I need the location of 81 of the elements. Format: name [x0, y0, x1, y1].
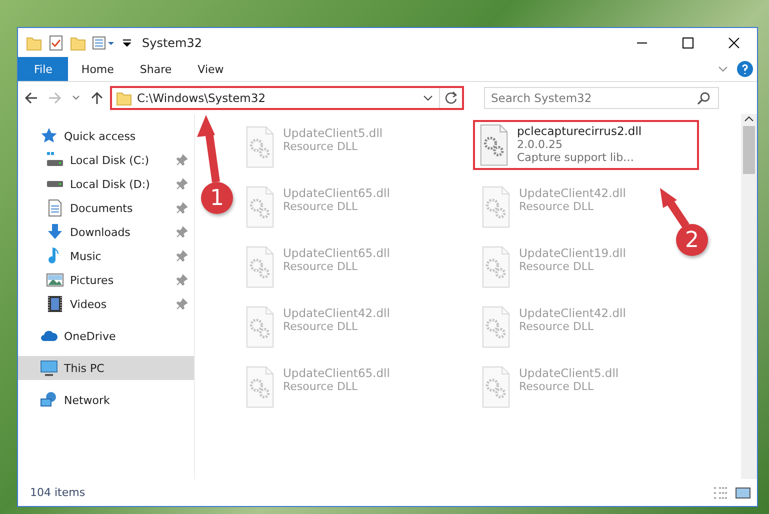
- details-view-icon[interactable]: [713, 486, 729, 500]
- up-arrow-icon[interactable]: [90, 91, 104, 105]
- address-path: C:\Windows\System32: [137, 91, 267, 105]
- picture-icon: [46, 271, 64, 289]
- network-icon: [40, 391, 58, 409]
- sidebar-item[interactable]: Network: [18, 388, 194, 412]
- file-version: 2.0.0.25: [517, 138, 564, 151]
- gear-file-icon: [245, 246, 275, 288]
- download-arrow-icon: [46, 223, 64, 241]
- file-name: UpdateClient65.dll: [283, 186, 390, 200]
- file-description: Resource DLL: [283, 320, 359, 333]
- pin-icon[interactable]: [176, 154, 188, 166]
- file-description: Resource DLL: [283, 260, 359, 273]
- pin-icon[interactable]: [176, 298, 188, 310]
- file-item[interactable]: pclecapturecirrus2.dll 2.0.0.25 Capture support lib…: [473, 120, 699, 170]
- file-description: Resource DLL: [519, 320, 595, 333]
- file-description: Capture support lib…: [517, 151, 636, 164]
- gear-file-icon: [479, 124, 509, 166]
- gear-file-icon: [245, 366, 275, 408]
- sidebar-item[interactable]: Videos: [18, 292, 194, 316]
- file-description: Resource DLL: [283, 200, 359, 213]
- ribbon-tab[interactable]: Home: [68, 57, 127, 81]
- file-name: UpdateClient42.dll: [283, 306, 390, 320]
- file-name: UpdateClient5.dll: [283, 126, 383, 140]
- file-description: Resource DLL: [283, 140, 359, 153]
- file-name: UpdateClient19.dll: [519, 246, 626, 260]
- pin-icon[interactable]: [176, 274, 188, 286]
- file-name: UpdateClient65.dll: [283, 246, 390, 260]
- file-description: Resource DLL: [283, 380, 359, 393]
- sidebar-item[interactable]: OneDrive: [18, 324, 194, 348]
- gear-file-icon: [481, 186, 511, 228]
- gear-file-icon: [245, 186, 275, 228]
- gear-file-icon: [481, 366, 511, 408]
- sidebar-item[interactable]: This PC: [18, 356, 194, 380]
- properties-icon[interactable]: [48, 34, 64, 50]
- gear-file-icon: [245, 126, 275, 168]
- document-icon: [46, 199, 64, 217]
- annotation-arrow: [197, 115, 220, 183]
- annotation-arrow: [660, 188, 690, 228]
- star-icon: [40, 127, 58, 145]
- refresh-icon[interactable]: [444, 91, 458, 105]
- drive-icon: [46, 180, 64, 188]
- sidebar-item[interactable]: Local Disk (D:): [18, 172, 194, 196]
- file-name: UpdateClient42.dll: [519, 306, 626, 320]
- file-name: pclecapturecirrus2.dll: [517, 124, 642, 138]
- help-icon[interactable]: [737, 61, 753, 77]
- monitor-icon: [40, 359, 58, 377]
- window-title: System32: [142, 36, 204, 50]
- film-icon: [46, 295, 64, 313]
- pin-icon[interactable]: [176, 250, 188, 262]
- scrollbar[interactable]: [741, 114, 757, 479]
- pin-icon[interactable]: [176, 202, 188, 214]
- address-bar[interactable]: C:\Windows\System32: [110, 86, 464, 110]
- ribbon-tab[interactable]: Share: [126, 57, 185, 81]
- gear-file-icon: [481, 306, 511, 348]
- file-name: UpdateClient5.dll: [519, 366, 619, 380]
- sidebar-item[interactable]: Downloads: [18, 220, 194, 244]
- customize-icon[interactable]: [92, 34, 116, 50]
- scroll-thumb[interactable]: [743, 126, 755, 174]
- item-count: 104 items: [30, 486, 86, 499]
- gear-file-icon: [245, 306, 275, 348]
- file-description: Resource DLL: [519, 200, 595, 213]
- sidebar-item[interactable]: Documents: [18, 196, 194, 220]
- ribbon-tab[interactable]: View: [184, 57, 237, 81]
- sidebar-item[interactable]: Local Disk (C:): [18, 148, 194, 172]
- large-icons-view-icon[interactable]: [735, 486, 751, 500]
- pin-icon[interactable]: [176, 178, 188, 190]
- file-description: Resource DLL: [519, 380, 595, 393]
- file-name: UpdateClient42.dll: [519, 186, 626, 200]
- pin-icon[interactable]: [176, 226, 188, 238]
- sidebar-item[interactable]: Quick access: [18, 124, 194, 148]
- gear-file-icon: [481, 246, 511, 288]
- back-arrow-icon[interactable]: [24, 91, 38, 105]
- ribbon-tab[interactable]: File: [18, 57, 68, 81]
- sidebar-item[interactable]: Music: [18, 244, 194, 268]
- drive-icon: [46, 151, 64, 169]
- file-description: Resource DLL: [519, 260, 595, 273]
- folder-icon: [116, 90, 132, 106]
- file-name: UpdateClient65.dll: [283, 366, 390, 380]
- sidebar-item[interactable]: Pictures: [18, 268, 194, 292]
- scroll-up-icon[interactable]: [743, 114, 755, 124]
